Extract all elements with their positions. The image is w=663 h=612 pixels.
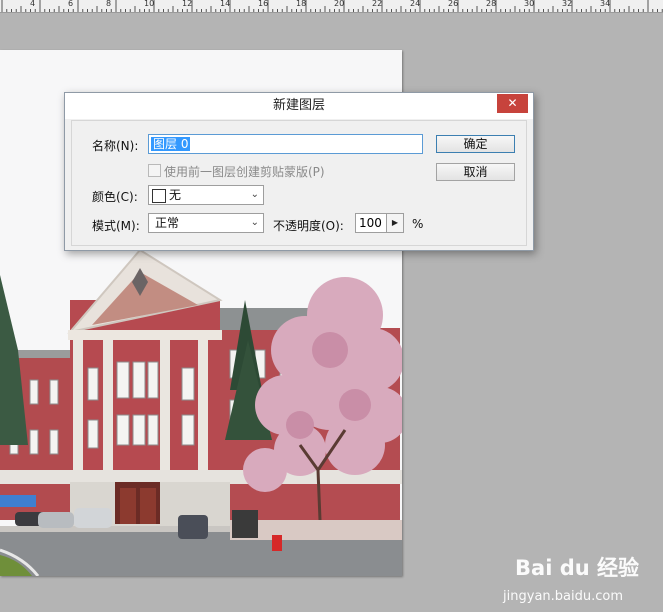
ruler-label: 26 xyxy=(448,0,459,8)
layer-name-input[interactable]: 图层 0 xyxy=(148,134,423,154)
layer-name-value: 图层 0 xyxy=(151,137,191,151)
ok-button[interactable]: 确定 xyxy=(436,135,515,153)
opacity-slider-toggle[interactable]: ▶ xyxy=(387,213,404,233)
ruler-label: 6 xyxy=(68,0,74,8)
color-select[interactable]: 无 ⌄ xyxy=(148,185,264,205)
opacity-value: 100 xyxy=(359,216,382,230)
ruler-label: 12 xyxy=(182,0,193,8)
ruler-label: 24 xyxy=(410,0,421,8)
triangle-right-icon: ▶ xyxy=(391,218,399,227)
chevron-down-icon: ⌄ xyxy=(250,189,259,200)
opacity-label: 不透明度(O): xyxy=(273,219,344,233)
ruler-label: 16 xyxy=(258,0,269,8)
ruler-label: 8 xyxy=(106,0,112,8)
ruler-label: 20 xyxy=(334,0,345,8)
mode-value: 正常 xyxy=(155,216,180,230)
ruler-label: 32 xyxy=(562,0,573,8)
ruler-label: 22 xyxy=(372,0,383,8)
dialog-body: 名称(N): 图层 0 使用前一图层创建剪贴蒙版(P) 颜色(C): 无 ⌄ 模… xyxy=(71,120,527,246)
close-button[interactable]: ✕ xyxy=(497,94,528,113)
ruler-label: 4 xyxy=(30,0,36,8)
clip-mask-label: 使用前一图层创建剪贴蒙版(P) xyxy=(164,165,325,179)
opacity-input[interactable]: 100 xyxy=(355,213,387,233)
color-swatch xyxy=(152,189,166,203)
mode-label: 模式(M): xyxy=(92,219,140,233)
mode-select[interactable]: 正常 ⌄ xyxy=(148,213,264,233)
watermark-logo: Bai du 经验 xyxy=(515,556,639,580)
top-ruler: 4 6 8 10 12 14 16 18 20 22 24 26 28 30 3… xyxy=(0,0,663,13)
ruler-label: 34 xyxy=(600,0,611,8)
dialog-title: 新建图层 xyxy=(65,93,533,119)
clip-mask-checkbox[interactable] xyxy=(148,164,161,177)
ruler-label: 30 xyxy=(524,0,535,8)
new-layer-dialog: 新建图层 ✕ 名称(N): 图层 0 使用前一图层创建剪贴蒙版(P) 颜色(C)… xyxy=(64,92,534,251)
color-value: 无 xyxy=(169,188,182,202)
ruler-label: 28 xyxy=(486,0,497,8)
watermark-url: jingyan.baidu.com xyxy=(503,589,623,604)
ruler-label: 18 xyxy=(296,0,307,8)
ruler-label: 10 xyxy=(144,0,155,8)
color-label: 颜色(C): xyxy=(92,190,138,204)
chevron-down-icon: ⌄ xyxy=(250,217,259,228)
name-label: 名称(N): xyxy=(92,139,139,153)
opacity-unit: % xyxy=(412,217,424,231)
ruler-label: 14 xyxy=(220,0,231,8)
close-icon: ✕ xyxy=(507,96,518,110)
cancel-button[interactable]: 取消 xyxy=(436,163,515,181)
